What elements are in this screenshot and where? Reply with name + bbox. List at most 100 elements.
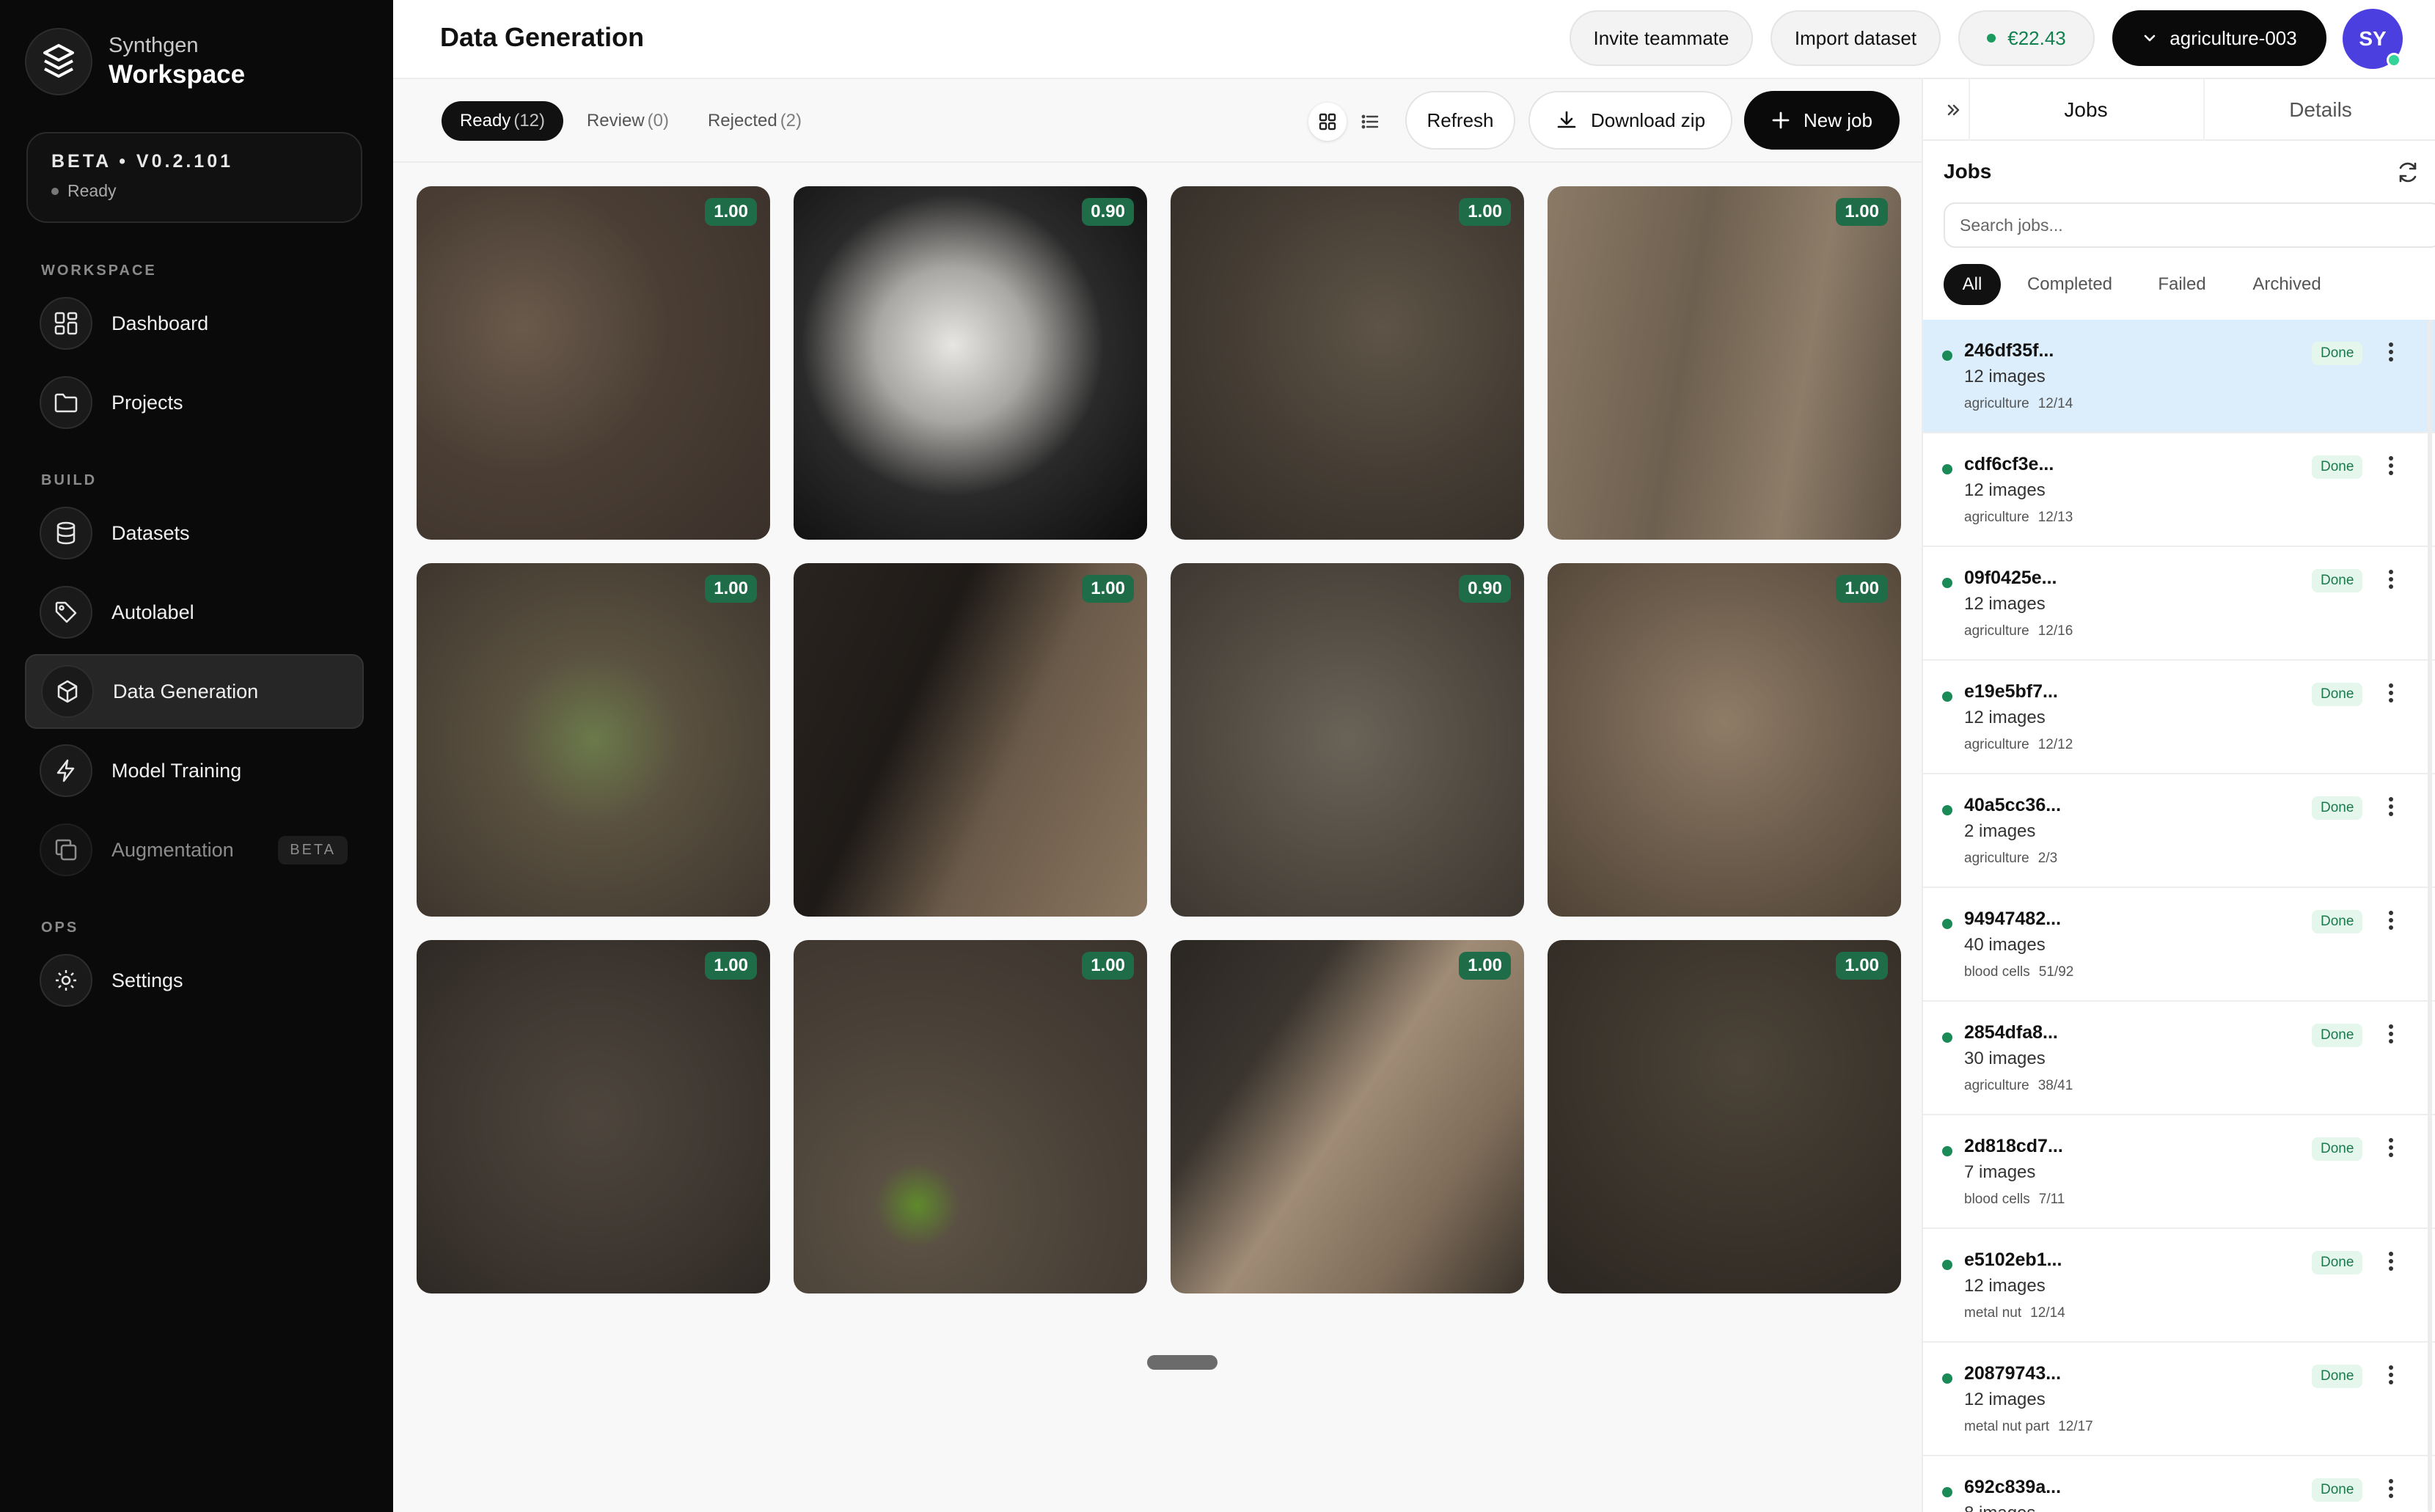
sidebar-item-augmentation[interactable]: Augmentation BETA (25, 812, 364, 887)
more-options-icon[interactable] (2381, 792, 2401, 821)
job-category: agriculture (1964, 737, 2029, 752)
job-row[interactable]: 2d818cd7... 7 images blood cells 7/11 Done (1923, 1115, 2435, 1229)
collapse-panel-icon[interactable] (1939, 95, 1969, 125)
job-status-dot (1942, 1146, 1952, 1156)
job-row[interactable]: e5102eb1... 12 images metal nut 12/14 Done (1923, 1229, 2435, 1343)
filter-all[interactable]: All (1944, 264, 2001, 305)
sidebar-item-datasets[interactable]: Datasets (25, 496, 364, 570)
more-options-icon[interactable] (2381, 1133, 2401, 1162)
new-job-label: New job (1804, 109, 1872, 131)
job-row[interactable]: 20879743... 12 images metal nut part 12/17 D… (1923, 1343, 2435, 1456)
generated-image-tile[interactable]: 1.00 (417, 940, 770, 1293)
job-row[interactable]: 40a5cc36... 2 images agriculture 2/3 Done (1923, 774, 2435, 888)
tab-rejected[interactable]: Rejected (2) (692, 101, 817, 141)
job-category: metal nut part (1964, 1419, 2050, 1434)
job-image-count: 2 images (1964, 821, 2036, 841)
job-row[interactable]: 692c839a... 8 images Done (1923, 1456, 2435, 1512)
scroll-handle[interactable] (1147, 1355, 1218, 1370)
download-icon (1557, 111, 1576, 128)
more-options-icon[interactable] (2381, 1474, 2401, 1503)
job-progress: 12/12 (2037, 737, 2073, 752)
refresh-jobs-icon[interactable] (2395, 160, 2422, 186)
quality-score-badge: 1.00 (1836, 575, 1888, 603)
job-meta: agriculture 12/13 (1964, 510, 2073, 526)
invite-teammate-button[interactable]: Invite teammate (1570, 10, 1753, 66)
sidebar-item-label: Dashboard (111, 312, 209, 334)
quality-score-badge: 0.90 (1082, 198, 1134, 226)
generated-image-tile[interactable]: 0.90 (1171, 563, 1524, 917)
credits-value: €22.43 (2007, 26, 2066, 49)
tab-details[interactable]: Details (2203, 79, 2435, 141)
job-list-scrollbar[interactable] (2428, 320, 2432, 1512)
sidebar-item-autolabel[interactable]: Autolabel (25, 575, 364, 650)
more-options-icon[interactable] (2381, 906, 2401, 935)
more-options-icon[interactable] (2381, 678, 2401, 708)
project-name: agriculture-003 (2169, 26, 2297, 49)
import-dataset-button[interactable]: Import dataset (1771, 10, 1941, 66)
more-options-icon[interactable] (2381, 1247, 2401, 1276)
sidebar-item-model-training[interactable]: Model Training (25, 733, 364, 808)
generated-image-tile[interactable]: 1.00 (1548, 940, 1901, 1293)
job-row[interactable]: 246df35f... 12 images agriculture 12/14 Done (1923, 320, 2435, 433)
folder-icon (40, 376, 92, 429)
jobs-panel: Jobs Details Jobs All Completed Failed A… (1922, 79, 2435, 1512)
filter-failed[interactable]: Failed (2139, 264, 2225, 305)
filter-completed[interactable]: Completed (2010, 264, 2130, 305)
job-category: blood cells (1964, 964, 2030, 980)
new-job-button[interactable]: New job (1744, 91, 1900, 150)
tab-label: Ready (459, 111, 511, 131)
generated-image-tile[interactable]: 1.00 (794, 563, 1147, 917)
job-id: e5102eb1... (1964, 1249, 2062, 1270)
brand[interactable]: Synthgen Workspace (25, 28, 245, 95)
chevron-down-icon (2142, 30, 2158, 46)
job-meta: blood cells 51/92 (1964, 964, 2073, 980)
generated-image-tile[interactable]: 1.00 (417, 186, 770, 540)
tab-review[interactable]: Review (0) (575, 101, 681, 141)
generated-image-tile[interactable]: 1.00 (794, 940, 1147, 1293)
grid-view-icon[interactable] (1308, 103, 1347, 141)
sidebar-item-data-generation[interactable]: Data Generation (25, 654, 364, 729)
job-id: 40a5cc36... (1964, 795, 2062, 815)
job-row[interactable]: 09f0425e... 12 images agriculture 12/16 Done (1923, 547, 2435, 661)
job-row[interactable]: 94947482... 40 images blood cells 51/92 Done (1923, 888, 2435, 1002)
credits-balance[interactable]: €22.43 (1958, 10, 2095, 66)
more-options-icon[interactable] (2381, 451, 2401, 480)
sidebar-item-label: Projects (111, 391, 183, 414)
job-row[interactable]: cdf6cf3e... 12 images agriculture 12/13 Done (1923, 433, 2435, 547)
job-image-count: 12 images (1964, 480, 2046, 500)
user-avatar[interactable]: SY (2343, 9, 2403, 69)
download-zip-label: Download zip (1590, 109, 1706, 131)
tab-ready[interactable]: Ready (12) (442, 101, 563, 141)
project-selector[interactable]: agriculture-003 (2112, 10, 2326, 66)
refresh-button[interactable]: Refresh (1405, 91, 1515, 150)
generated-image-tile[interactable]: 1.00 (1171, 940, 1524, 1293)
job-image-count: 12 images (1964, 367, 2046, 386)
more-options-icon[interactable] (2381, 1019, 2401, 1049)
job-status-badge: Done (2312, 1137, 2363, 1161)
generated-image-tile[interactable]: 1.00 (1548, 563, 1901, 917)
download-zip-button[interactable]: Download zip (1528, 91, 1732, 150)
job-progress: 12/17 (2058, 1419, 2093, 1434)
filter-archived[interactable]: Archived (2234, 264, 2340, 305)
more-options-icon[interactable] (2381, 565, 2401, 594)
job-meta: agriculture 38/41 (1964, 1078, 2073, 1094)
generated-image-tile[interactable]: 1.00 (417, 563, 770, 917)
quality-score-badge: 1.00 (705, 575, 757, 603)
sidebar-item-projects[interactable]: Projects (25, 365, 364, 440)
tab-jobs[interactable]: Jobs (1969, 79, 2202, 141)
more-options-icon[interactable] (2381, 1360, 2401, 1390)
job-row[interactable]: 2854dfa8... 30 images agriculture 38/41 Done (1923, 1002, 2435, 1115)
search-jobs-input[interactable] (1944, 202, 2435, 248)
generated-image-tile[interactable]: 1.00 (1548, 186, 1901, 540)
sidebar-item-settings[interactable]: Settings (25, 943, 364, 1018)
sidebar-item-dashboard[interactable]: Dashboard (25, 286, 364, 361)
generated-image-tile[interactable]: 1.00 (1171, 186, 1524, 540)
job-meta: blood cells 7/11 (1964, 1192, 2065, 1208)
generated-image-tile[interactable]: 0.90 (794, 186, 1147, 540)
job-progress: 12/13 (2037, 510, 2073, 525)
section-label-build: BUILD (41, 472, 98, 488)
job-meta: agriculture 12/16 (1964, 623, 2073, 639)
list-view-icon[interactable] (1351, 103, 1389, 141)
more-options-icon[interactable] (2381, 337, 2401, 367)
job-row[interactable]: e19e5bf7... 12 images agriculture 12/12 Done (1923, 661, 2435, 774)
